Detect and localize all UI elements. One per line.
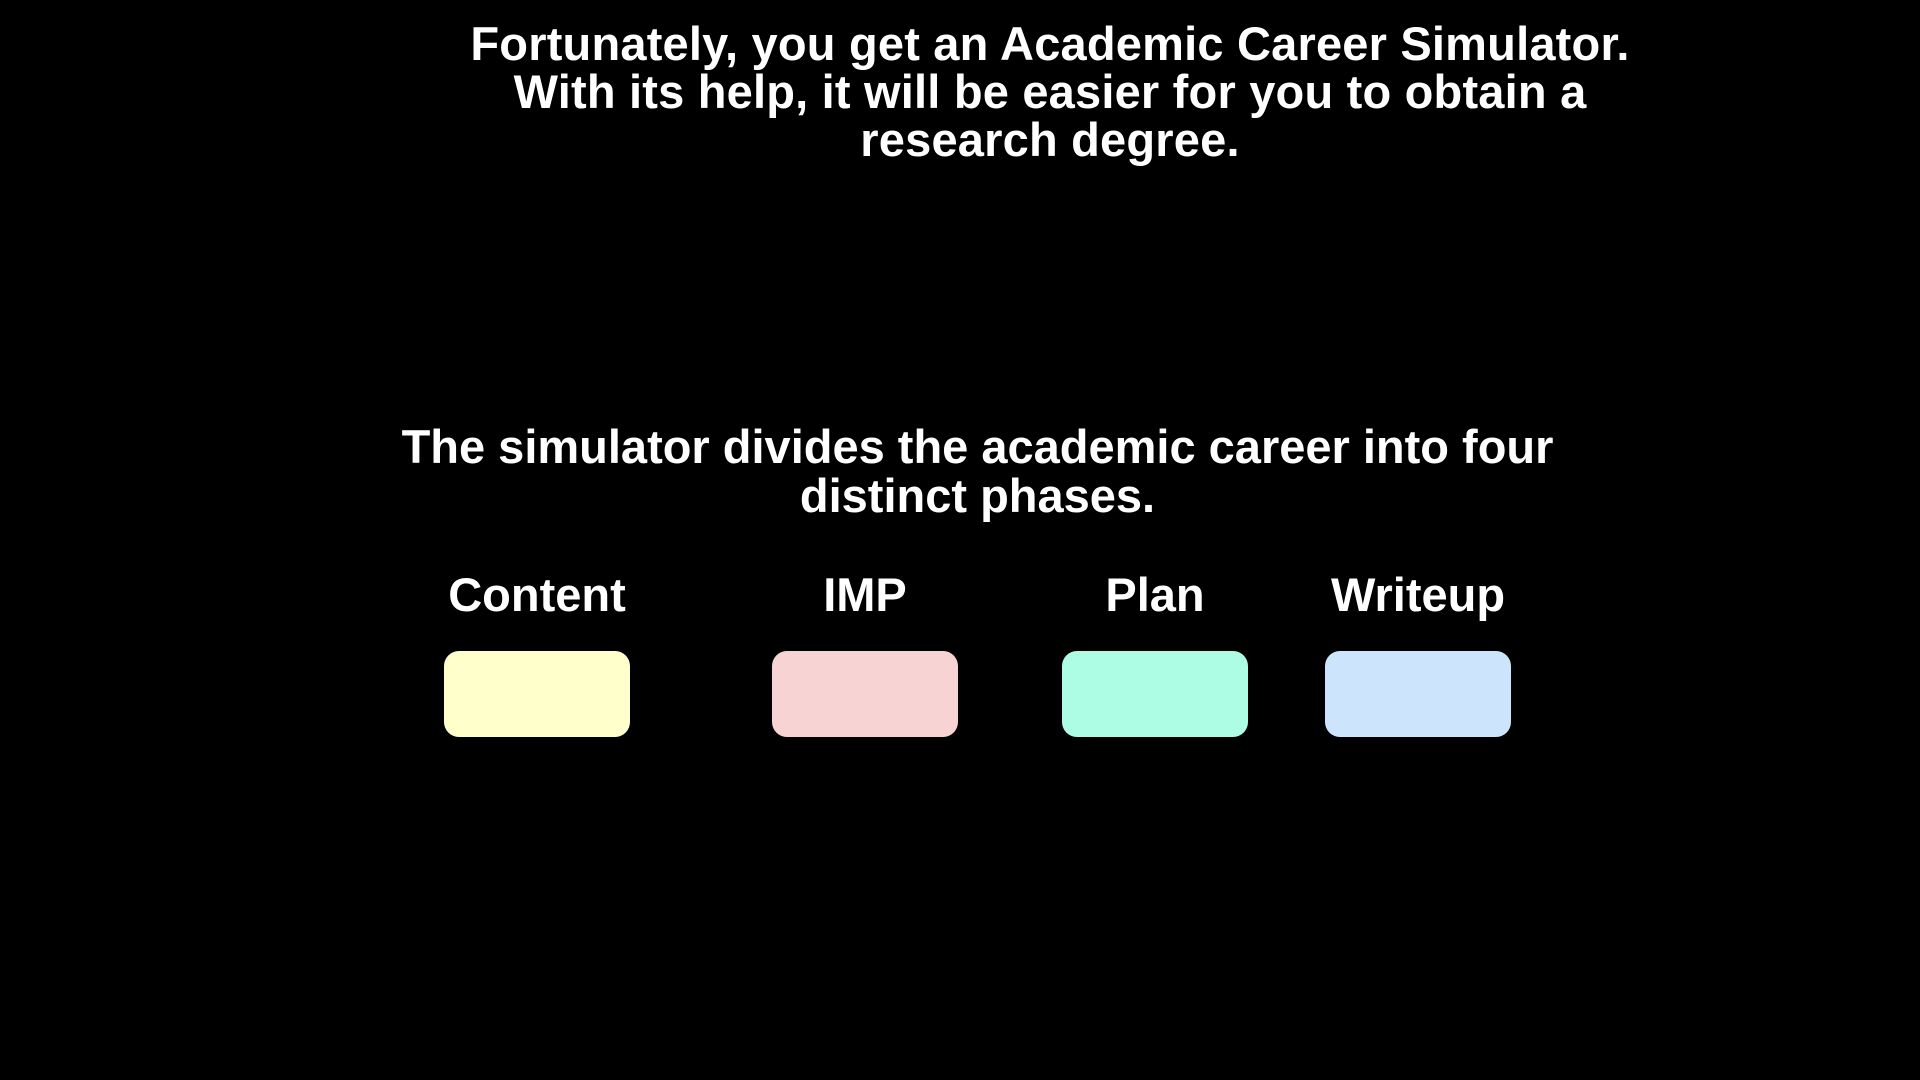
phase-writeup-swatch[interactable] bbox=[1325, 651, 1511, 737]
phase-content: Content bbox=[417, 565, 657, 739]
phase-plan: Plan bbox=[1035, 565, 1275, 739]
phase-content-swatch[interactable] bbox=[444, 651, 630, 737]
phases-heading: The simulator divides the academic caree… bbox=[401, 420, 1554, 522]
phase-writeup: Writeup bbox=[1298, 565, 1538, 739]
phase-imp-swatch[interactable] bbox=[772, 651, 958, 737]
phase-writeup-label: Writeup bbox=[1330, 568, 1506, 621]
phase-imp: IMP bbox=[745, 565, 985, 739]
phase-content-label: Content bbox=[448, 568, 626, 621]
game-screen: Fortunately, you get an Academic Career … bbox=[0, 0, 1920, 1080]
phase-imp-label: IMP bbox=[823, 568, 907, 621]
phase-plan-label: Plan bbox=[1105, 568, 1205, 621]
phase-plan-swatch[interactable] bbox=[1062, 651, 1248, 737]
intro-text: Fortunately, you get an Academic Career … bbox=[470, 17, 1630, 166]
